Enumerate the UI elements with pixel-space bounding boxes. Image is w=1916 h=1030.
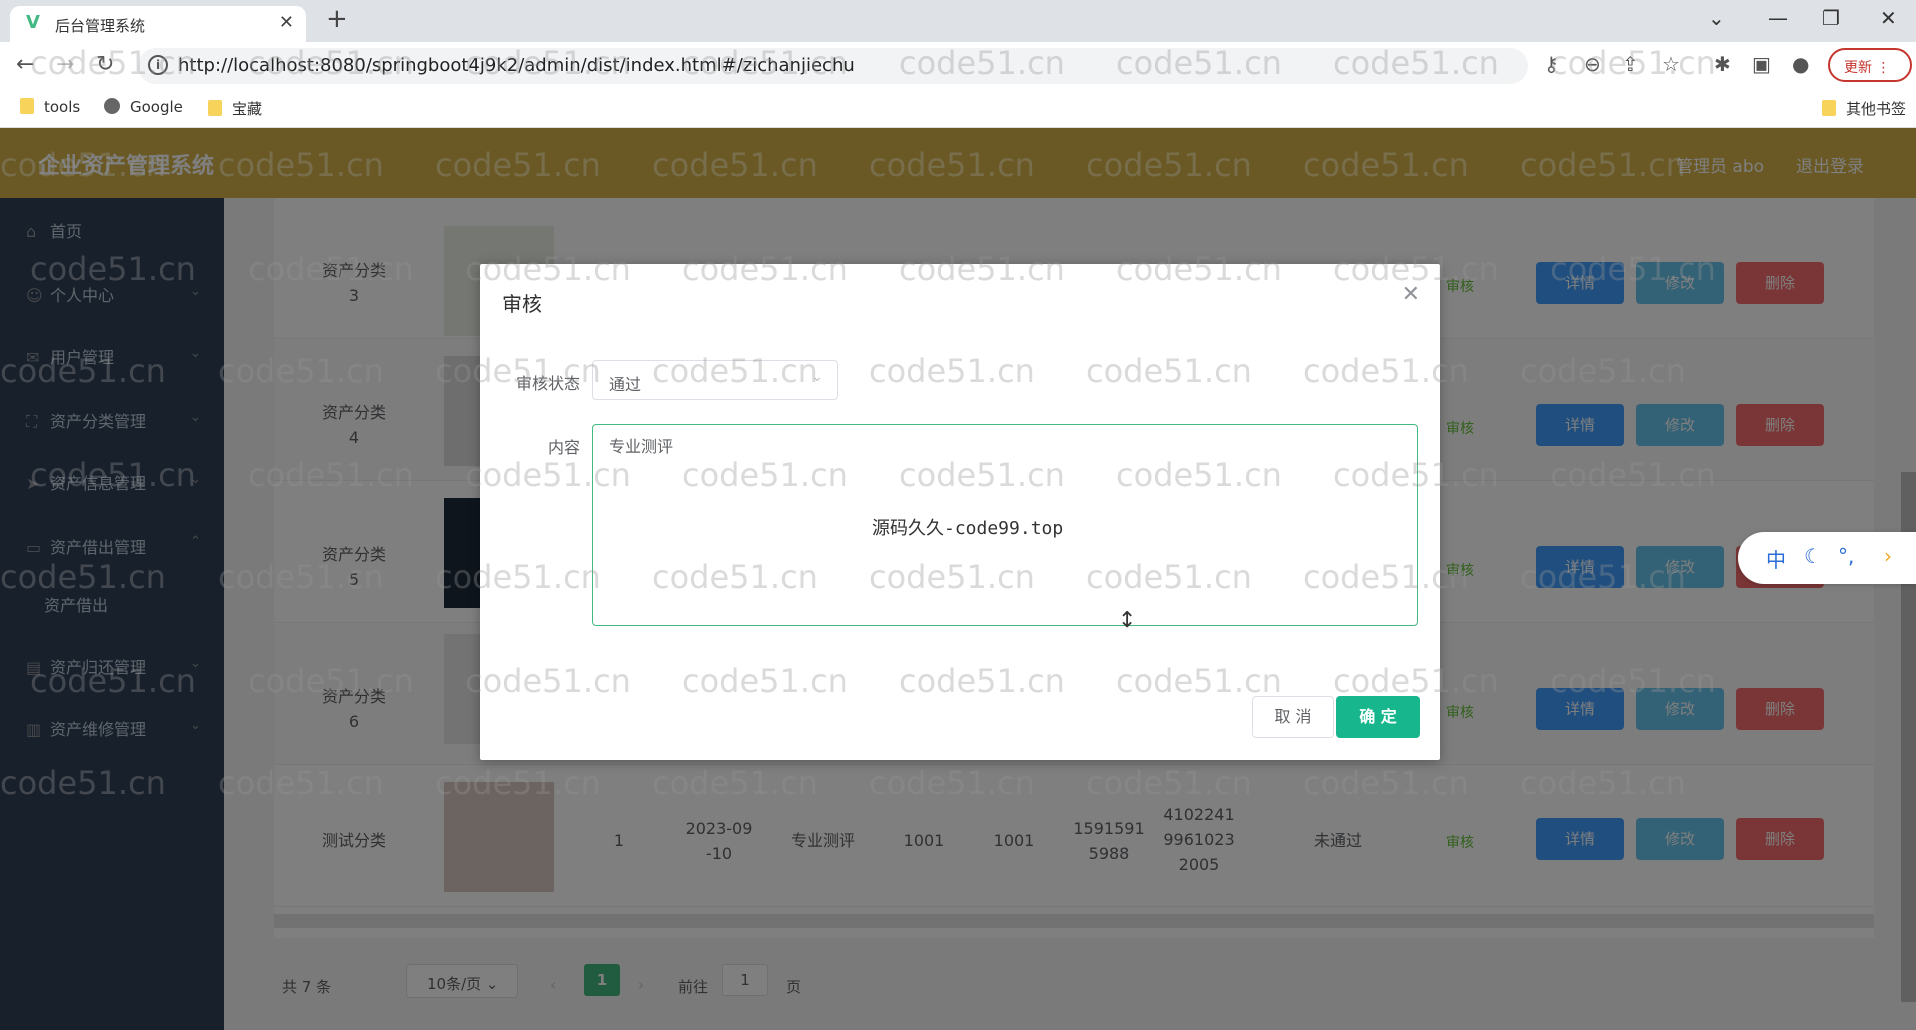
- folder-icon: [20, 98, 34, 114]
- chevron-down-icon: ⌄: [811, 369, 823, 385]
- punctuation-icon[interactable]: °,: [1838, 544, 1854, 568]
- update-button[interactable]: 更新 ⋮: [1828, 48, 1912, 82]
- site-info-icon[interactable]: i: [148, 55, 168, 75]
- browser-tab[interactable]: V 后台管理系统 ✕: [10, 6, 306, 42]
- ime-lang-toggle[interactable]: 中: [1766, 544, 1786, 573]
- reload-button[interactable]: ↻: [96, 52, 114, 77]
- folder-icon: [208, 100, 222, 116]
- tab-close-icon[interactable]: ✕: [279, 12, 294, 33]
- ime-toolbar[interactable]: 中 ☾ °, ›: [1738, 532, 1916, 584]
- close-icon[interactable]: ✕: [1402, 282, 1420, 307]
- url-text: http://localhost:8080/springboot4j9k2/ad…: [178, 55, 855, 76]
- dialog-title: 审核: [502, 292, 542, 316]
- cancel-button[interactable]: 取 消: [1252, 696, 1334, 738]
- minimize-button[interactable]: —: [1768, 6, 1788, 30]
- sidepanel-icon[interactable]: ▣: [1752, 52, 1771, 76]
- moon-icon[interactable]: ☾: [1804, 544, 1822, 568]
- confirm-button[interactable]: 确 定: [1336, 696, 1420, 738]
- status-label: 审核状态: [516, 374, 581, 393]
- back-button[interactable]: ←: [16, 52, 34, 77]
- extensions-icon[interactable]: ✱: [1714, 52, 1731, 76]
- browser-tabbar: V 后台管理系统 ✕ + ⌄ — ❐ ✕: [0, 0, 1916, 42]
- bookmark-label: tools: [44, 98, 81, 116]
- globe-icon: [104, 98, 120, 114]
- bookmark-tools[interactable]: tools: [20, 98, 80, 116]
- bookmark-treasure[interactable]: 宝藏: [208, 98, 262, 119]
- window-close-button[interactable]: ✕: [1880, 6, 1897, 30]
- tab-search-icon[interactable]: ⌄: [1708, 6, 1725, 30]
- bookmark-other[interactable]: 其他书签: [1822, 98, 1906, 119]
- forward-button[interactable]: →: [56, 52, 74, 77]
- zoom-icon[interactable]: ⊖: [1584, 52, 1601, 76]
- star-icon[interactable]: ☆: [1662, 52, 1680, 76]
- overlay-watermark-text: 源码久久-code99.top: [872, 518, 1064, 539]
- maximize-button[interactable]: ❐: [1822, 6, 1840, 30]
- profile-icon[interactable]: ●: [1792, 52, 1809, 76]
- vue-logo-icon: V: [26, 12, 40, 33]
- omnibox[interactable]: i http://localhost:8080/springboot4j9k2/…: [138, 48, 1528, 84]
- chevron-right-icon[interactable]: ›: [1884, 544, 1892, 568]
- update-label: 更新: [1844, 60, 1872, 76]
- tab-title: 后台管理系统: [55, 17, 146, 35]
- content-label: 内容: [548, 438, 581, 457]
- folder-icon: [1822, 100, 1836, 116]
- bookmark-label: 其他书签: [1846, 100, 1907, 118]
- bookmark-google[interactable]: Google: [104, 98, 183, 116]
- audit-dialog: 审核 ✕ 审核状态 通过 ⌄ 内容 取 消 确 定: [480, 264, 1440, 760]
- key-icon[interactable]: ⚷: [1544, 52, 1559, 76]
- share-icon[interactable]: ⇪: [1622, 52, 1639, 76]
- status-value: 通过: [609, 375, 642, 394]
- status-select[interactable]: 通过 ⌄: [592, 360, 838, 400]
- bookmark-label: Google: [130, 98, 183, 116]
- bookmark-label: 宝藏: [232, 100, 263, 118]
- resize-cursor-icon: ↕: [1118, 608, 1137, 633]
- new-tab-button[interactable]: +: [326, 4, 348, 34]
- bookmarks-bar: tools Google 宝藏 其他书签: [0, 90, 1916, 128]
